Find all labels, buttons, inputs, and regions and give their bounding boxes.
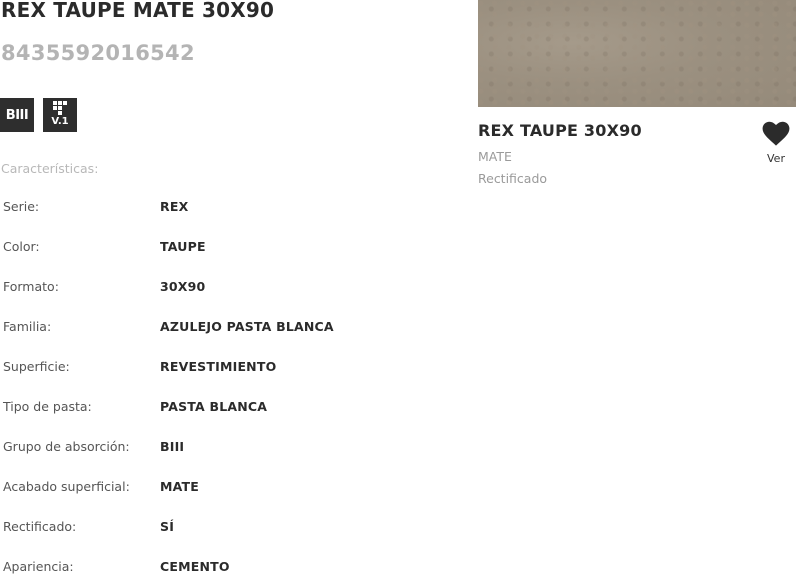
spec-row-color: Color: TAUPE xyxy=(3,239,443,259)
spec-label: Tipo de pasta: xyxy=(3,399,92,414)
spec-label: Rectificado: xyxy=(3,519,77,534)
product-title: REX TAUPE MATE 30X90 xyxy=(1,0,275,22)
related-product-title[interactable]: REX TAUPE 30X90 xyxy=(478,121,642,140)
spec-row-serie: Serie: REX xyxy=(3,199,443,219)
spec-value: AZULEJO PASTA BLANCA xyxy=(160,319,334,334)
spec-value: REX xyxy=(160,199,189,214)
spec-row-rectificado: Rectificado: SÍ xyxy=(3,519,443,539)
heart-icon xyxy=(762,121,790,146)
spec-row-formato: Formato: 30X90 xyxy=(3,279,443,299)
favorite-label: Ver xyxy=(767,152,785,165)
version-badge-label: V.1 xyxy=(51,116,69,127)
spec-label: Familia: xyxy=(3,319,52,334)
related-product-finish: MATE xyxy=(478,149,512,164)
spec-label: Serie: xyxy=(3,199,40,214)
spec-label: Grupo de absorción: xyxy=(3,439,130,454)
spec-label: Formato: xyxy=(3,279,59,294)
spec-row-acabado-superficial: Acabado superficial: MATE xyxy=(3,479,443,499)
absorption-group-badge: BIII xyxy=(0,98,34,132)
spec-value: SÍ xyxy=(160,519,175,534)
spec-label: Color: xyxy=(3,239,40,254)
spec-value: TAUPE xyxy=(160,239,206,254)
spec-label: Acabado superficial: xyxy=(3,479,130,494)
favorite-button[interactable]: Ver xyxy=(760,121,792,169)
spec-value: PASTA BLANCA xyxy=(160,399,268,414)
specs-heading: Características: xyxy=(1,161,99,176)
spec-value: BIII xyxy=(160,439,185,454)
spec-row-grupo-de-absorcion: Grupo de absorción: BIII xyxy=(3,439,443,459)
spec-value: MATE xyxy=(160,479,200,494)
spec-row-familia: Familia: AZULEJO PASTA BLANCA xyxy=(3,319,443,339)
spec-label: Superficie: xyxy=(3,359,70,374)
spec-row-tipo-de-pasta: Tipo de pasta: PASTA BLANCA xyxy=(3,399,443,419)
spec-value: REVESTIMIENTO xyxy=(160,359,277,374)
spec-label: Apariencia: xyxy=(3,559,74,574)
spec-value: CEMENTO xyxy=(160,559,230,574)
spec-value: 30X90 xyxy=(160,279,206,294)
absorption-group-badge-label: BIII xyxy=(5,107,29,123)
related-product-edge: Rectificado xyxy=(478,171,548,186)
grid-version-icon xyxy=(53,101,67,115)
spec-row-apariencia: Apariencia: CEMENTO xyxy=(3,559,443,579)
spec-row-superficie: Superficie: REVESTIMIENTO xyxy=(3,359,443,379)
product-ean: 8435592016542 xyxy=(1,41,195,65)
version-badge: V.1 xyxy=(43,98,77,132)
related-product-image[interactable] xyxy=(478,0,796,107)
